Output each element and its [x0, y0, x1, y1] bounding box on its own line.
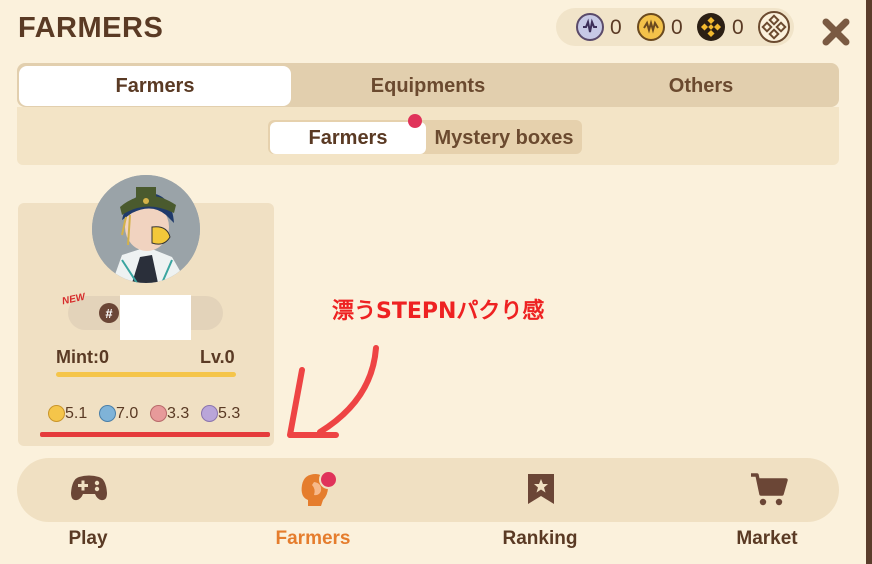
- stat-value: 3.3: [167, 405, 190, 422]
- tab-farmers[interactable]: Farmers: [19, 66, 291, 106]
- close-button[interactable]: [820, 16, 852, 48]
- annotation-underline: [40, 432, 270, 437]
- mint-count: Mint:0: [56, 347, 109, 367]
- subtab-farmers[interactable]: Farmers: [270, 122, 426, 154]
- window-edge: [866, 0, 872, 564]
- hash-icon: #: [99, 303, 119, 323]
- bnb-outline-icon[interactable]: [758, 11, 790, 43]
- level: Lv.0: [200, 347, 235, 367]
- gold-coin-icon: [637, 13, 665, 41]
- nav-play[interactable]: Play: [28, 528, 148, 550]
- redacted-id: [120, 295, 191, 340]
- stat-yellow-icon: [48, 405, 65, 422]
- close-icon: [822, 18, 850, 46]
- currency-bar: 0 0 0: [556, 8, 794, 46]
- nav-market[interactable]: Market: [707, 528, 827, 550]
- nav-farmers[interactable]: Farmers: [253, 528, 373, 550]
- level-progress-bar: [56, 372, 236, 377]
- stat-value: 5.1: [65, 405, 88, 422]
- m-coin-value: 0: [610, 16, 622, 39]
- bookmark-star-icon[interactable]: [526, 472, 556, 511]
- subtab-mystery-boxes[interactable]: Mystery boxes: [428, 122, 580, 154]
- bottom-nav: [17, 458, 839, 522]
- tab-others[interactable]: Others: [565, 66, 837, 106]
- stat-purple-icon: [201, 405, 218, 422]
- category-tabs: Farmers Equipments Others: [17, 63, 839, 107]
- stat-blue-icon: [99, 405, 116, 422]
- m-coin-icon: [576, 13, 604, 41]
- stat-pink-icon: [150, 405, 167, 422]
- notification-dot: [408, 114, 422, 128]
- nav-ranking[interactable]: Ranking: [480, 528, 600, 550]
- stat-value: 5.3: [218, 405, 241, 422]
- cart-icon[interactable]: [750, 472, 788, 513]
- gamepad-icon[interactable]: [70, 471, 108, 510]
- farmer-avatar: [92, 175, 200, 283]
- bnb-coin-icon: [697, 13, 725, 41]
- bnb-coin-value: 0: [732, 16, 744, 39]
- notification-dot: [319, 470, 338, 489]
- subtabs: Farmers Mystery boxes: [268, 120, 582, 154]
- annotation-text: 漂うSTEPNパクり感: [332, 299, 545, 324]
- annotation-arrow: [287, 345, 379, 438]
- page-title: FARMERS: [18, 12, 164, 44]
- stat-value: 7.0: [116, 405, 139, 422]
- tab-equipments[interactable]: Equipments: [293, 66, 563, 106]
- gold-coin-value: 0: [671, 16, 683, 39]
